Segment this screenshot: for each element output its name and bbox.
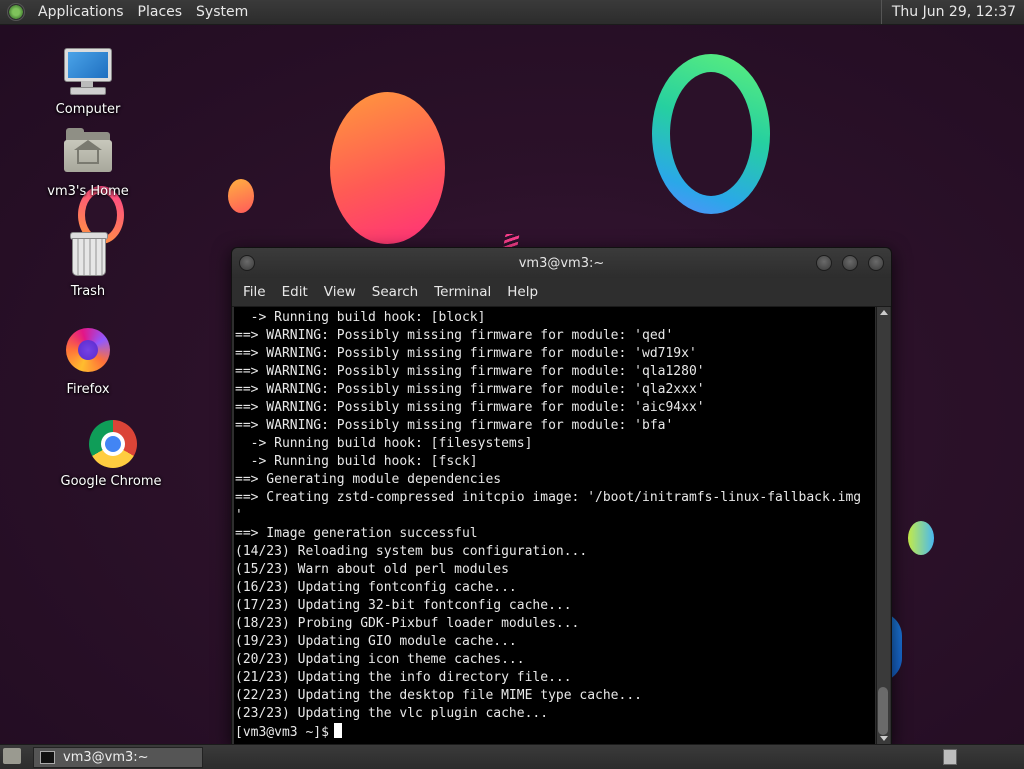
terminal-cursor (333, 723, 342, 738)
terminal-line: ==> WARNING: Possibly missing firmware f… (235, 418, 674, 433)
system-menu[interactable]: System (189, 0, 255, 24)
scrollbar-thumb[interactable] (878, 687, 888, 735)
taskbar-terminal-button[interactable]: vm3@vm3:~ (33, 747, 203, 768)
desktop-icon-label: Computer (55, 102, 121, 117)
top-panel: Applications Places System Thu Jun 29, 1… (0, 0, 1024, 25)
terminal-prompt: [vm3@vm3 ~]$ (235, 725, 329, 740)
maximize-button[interactable] (842, 255, 858, 271)
menu-terminal[interactable]: Terminal (427, 284, 498, 300)
desktop-icon-label: vm3's Home (47, 184, 129, 199)
terminal-line: ' (235, 508, 243, 523)
close-button[interactable] (868, 255, 884, 271)
chrome-icon (85, 418, 137, 470)
minimize-button[interactable] (816, 255, 832, 271)
terminal-line: (22/23) Updating the desktop file MIME t… (235, 688, 642, 703)
desktop-icon-chrome[interactable]: Google Chrome (57, 418, 165, 489)
terminal-line: (18/23) Probing GDK-Pixbuf loader module… (235, 616, 580, 631)
terminal-line: ==> WARNING: Possibly missing firmware f… (235, 382, 705, 397)
terminal-line: (20/23) Updating icon theme caches... (235, 652, 525, 667)
terminal-menubar: File Edit View Search Terminal Help (232, 278, 891, 307)
trash-icon (62, 228, 114, 280)
show-desktop-icon[interactable] (3, 748, 21, 764)
terminal-line: ==> WARNING: Possibly missing firmware f… (235, 346, 697, 361)
menu-search[interactable]: Search (365, 284, 425, 300)
applications-menu[interactable]: Applications (31, 0, 131, 24)
bottom-panel: vm3@vm3:~ (0, 744, 1024, 769)
menu-help[interactable]: Help (500, 284, 545, 300)
terminal-line: (17/23) Updating 32-bit fontconfig cache… (235, 598, 572, 613)
terminal-line: -> Running build hook: [fsck] (235, 454, 478, 469)
desktop-icon-label: Trash (70, 284, 106, 299)
wallpaper-small-blob (228, 179, 254, 213)
terminal-line: ==> WARNING: Possibly missing firmware f… (235, 400, 705, 415)
terminal-line: (21/23) Updating the info directory file… (235, 670, 572, 685)
computer-icon (62, 46, 114, 98)
wallpaper-right-blob (908, 521, 934, 555)
terminal-icon (40, 751, 55, 764)
places-menu[interactable]: Places (131, 0, 190, 24)
menu-view[interactable]: View (317, 284, 363, 300)
distro-logo-icon[interactable] (7, 3, 25, 21)
wallpaper-orange-blob (330, 92, 445, 244)
terminal-line: (23/23) Updating the vlc plugin cache... (235, 706, 549, 721)
desktop-icon-home[interactable]: vm3's Home (40, 128, 136, 199)
scroll-down-arrow-icon[interactable] (880, 736, 888, 741)
terminal-line: (14/23) Reloading system bus configurati… (235, 544, 588, 559)
terminal-window: vm3@vm3:~ File Edit View Search Terminal… (231, 247, 892, 746)
desktop-icon-trash[interactable]: Trash (40, 228, 136, 299)
terminal-line: -> Running build hook: [filesystems] (235, 436, 533, 451)
terminal-line: -> Running build hook: [block] (235, 310, 486, 325)
clock[interactable]: Thu Jun 29, 12:37 (880, 0, 1024, 24)
terminal-line: ==> WARNING: Possibly missing firmware f… (235, 328, 674, 343)
menu-edit[interactable]: Edit (275, 284, 315, 300)
terminal-line: (16/23) Updating fontconfig cache... (235, 580, 517, 595)
desktop-icon-label: Google Chrome (60, 474, 162, 489)
home-folder-icon (62, 128, 114, 180)
terminal-line: ==> Image generation successful (235, 526, 478, 541)
desktop-icon-firefox[interactable]: Firefox (40, 326, 136, 397)
workspace-switcher[interactable] (943, 749, 957, 765)
menu-file[interactable]: File (236, 284, 273, 300)
window-titlebar[interactable]: vm3@vm3:~ (232, 248, 891, 278)
terminal-output[interactable]: -> Running build hook: [block] ==> WARNI… (234, 307, 875, 744)
terminal-line: (15/23) Warn about old perl modules (235, 562, 509, 577)
firefox-icon (62, 326, 114, 378)
desktop-icon-label: Firefox (66, 382, 110, 397)
terminal-text: -> Running build hook: [block] ==> WARNI… (235, 309, 861, 742)
terminal-line: ==> Creating zstd-compressed initcpio im… (235, 490, 862, 505)
taskbar-label: vm3@vm3:~ (63, 750, 149, 765)
terminal-line: ==> Generating module dependencies (235, 472, 502, 487)
scroll-up-arrow-icon[interactable] (880, 310, 888, 315)
wallpaper-green-ring (652, 54, 770, 214)
terminal-scrollbar[interactable] (876, 307, 890, 744)
window-title: vm3@vm3:~ (518, 256, 605, 271)
desktop-icon-computer[interactable]: Computer (40, 46, 136, 117)
terminal-line: ==> WARNING: Possibly missing firmware f… (235, 364, 705, 379)
terminal-line: (19/23) Updating GIO module cache... (235, 634, 517, 649)
